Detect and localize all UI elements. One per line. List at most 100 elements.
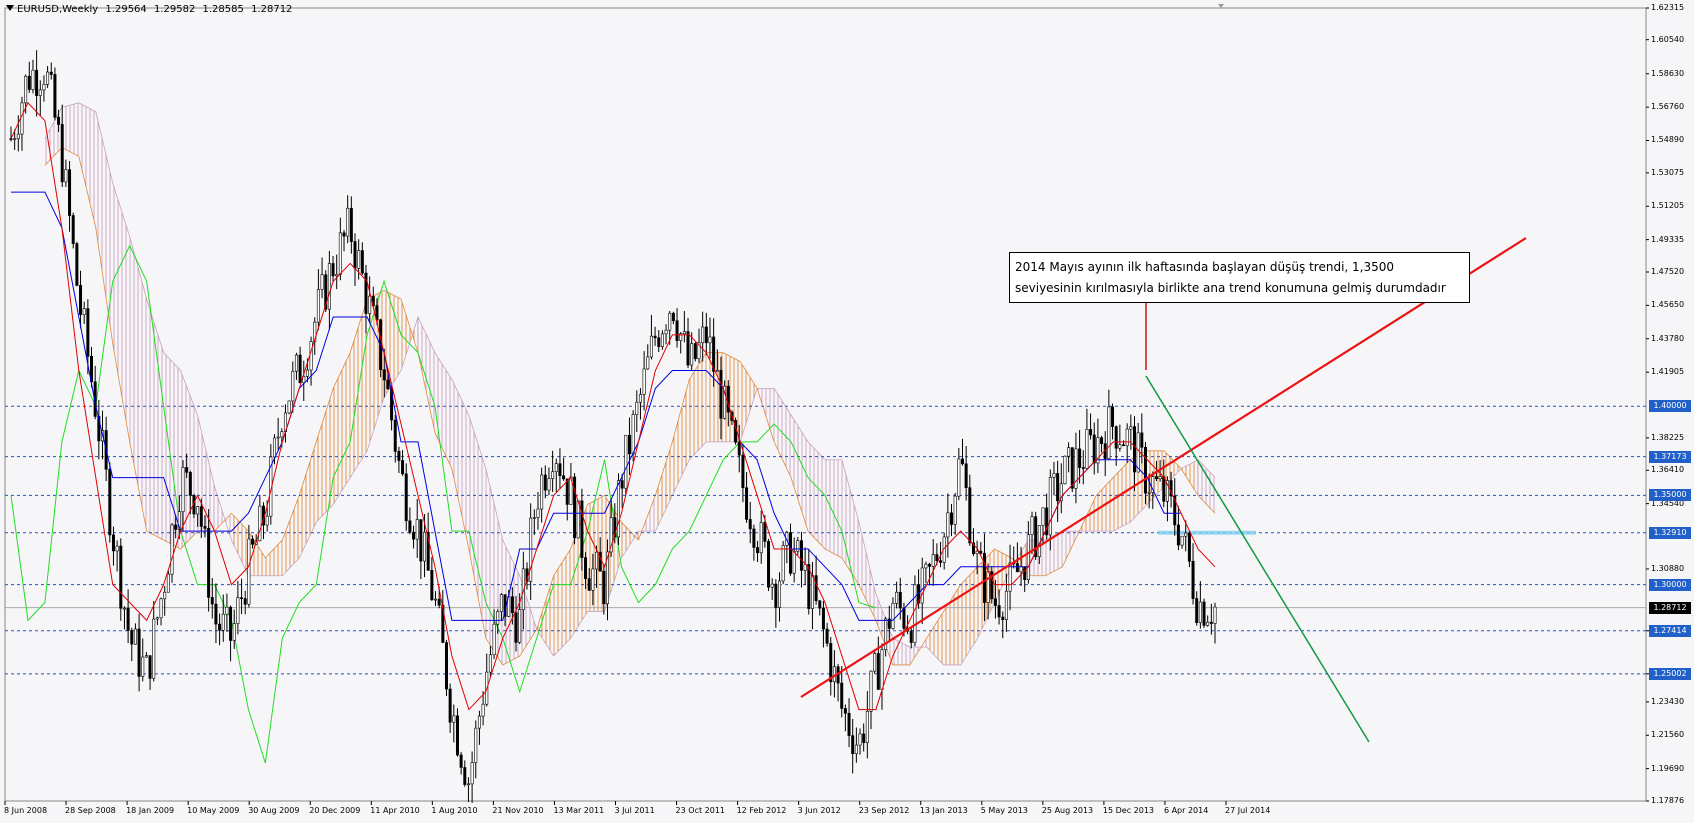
candle-body xyxy=(595,551,599,570)
candle-body xyxy=(53,74,57,118)
chart-window[interactable]: EURUSD,Weekly 1.29564 1.29582 1.28585 1.… xyxy=(0,0,1694,823)
candle-body xyxy=(68,169,72,216)
time-tick-label: 6 Apr 2014 xyxy=(1163,806,1209,815)
candle-body xyxy=(701,326,705,344)
level-badge: 1.32910 xyxy=(1649,526,1691,539)
candle-body xyxy=(957,458,961,497)
annotation-textbox[interactable]: 2014 Mayıs ayının ilk haftasında başlaya… xyxy=(1009,252,1470,303)
level-badge: 1.30000 xyxy=(1649,578,1691,591)
symbol-label: EURUSD,Weekly xyxy=(17,4,99,15)
candle-body xyxy=(236,597,240,624)
price-tick-label: 1.38225 xyxy=(1651,432,1685,442)
time-tick-label: 3 Jun 2012 xyxy=(797,806,841,815)
candle-body xyxy=(335,274,339,277)
candle-body xyxy=(79,285,83,315)
candle-body xyxy=(554,463,558,473)
time-tick-label: 25 Aug 2013 xyxy=(1041,806,1094,815)
candle-body xyxy=(540,474,544,510)
candle-body xyxy=(778,580,782,608)
candle-body xyxy=(1001,616,1005,620)
candle-body xyxy=(16,133,20,140)
annotation-line-2: seviyesinin kırılmasıyla birlikte ana tr… xyxy=(1015,281,1446,295)
candle-body xyxy=(536,508,540,518)
candle-body xyxy=(532,517,536,519)
candle-body xyxy=(997,605,1001,618)
candle-body xyxy=(1143,446,1147,494)
candle-body xyxy=(155,617,159,620)
candle-body xyxy=(953,495,957,525)
price-tick-label: 1.47520 xyxy=(1651,267,1685,276)
candle-body xyxy=(188,472,192,496)
low-value: 1.28585 xyxy=(202,4,244,15)
candle-body xyxy=(748,519,752,530)
candle-body xyxy=(119,545,123,609)
candle-body xyxy=(880,649,884,690)
candle-body xyxy=(481,703,485,717)
candle-body xyxy=(671,312,675,322)
chart-header: EURUSD,Weekly 1.29564 1.29582 1.28585 1.… xyxy=(6,4,296,15)
candle-body xyxy=(225,606,229,615)
candle-body xyxy=(1184,532,1188,537)
candle-body xyxy=(946,512,950,538)
candle-body xyxy=(1041,507,1045,526)
annotation-line-1: 2014 Mayıs ayının ilk haftasında başlaya… xyxy=(1015,260,1395,274)
candle-body xyxy=(148,655,152,679)
candle-body xyxy=(159,598,163,619)
candle-body xyxy=(108,468,112,536)
candle-body xyxy=(368,295,372,314)
time-tick-label: 28 Sep 2008 xyxy=(65,806,116,815)
candle-body xyxy=(960,458,964,465)
candle-body xyxy=(993,598,997,606)
candle-body xyxy=(327,263,331,310)
candle-body xyxy=(298,354,302,384)
price-tick-label: 1.56760 xyxy=(1651,102,1685,112)
candle-body xyxy=(1015,563,1019,573)
candle-body xyxy=(1187,532,1191,562)
candle-body xyxy=(690,343,694,366)
time-tick-label: 23 Oct 2011 xyxy=(675,806,726,815)
candle-body xyxy=(928,563,932,567)
candle-body xyxy=(210,597,214,605)
chart-menu-triangle-icon[interactable] xyxy=(6,5,14,11)
candle-body xyxy=(935,554,939,561)
candle-body xyxy=(602,570,606,605)
level-badge: 1.27414 xyxy=(1649,624,1691,637)
candle-body xyxy=(796,540,800,552)
candle-body xyxy=(166,573,170,593)
time-tick-label: 13 Mar 2011 xyxy=(553,806,605,815)
candle-body xyxy=(799,540,803,571)
candle-body xyxy=(660,333,664,347)
candle-body xyxy=(902,607,906,629)
candle-body xyxy=(382,369,386,381)
candle-body xyxy=(349,207,353,242)
candle-body xyxy=(338,232,342,275)
candle-body xyxy=(294,354,298,372)
candle-body xyxy=(152,618,156,679)
candle-body xyxy=(847,712,851,736)
candle-body xyxy=(1162,476,1166,502)
candle-body xyxy=(346,207,350,237)
candle-body xyxy=(218,623,222,631)
candle-body xyxy=(869,670,873,712)
candle-body xyxy=(386,379,390,390)
candle-body xyxy=(543,474,547,491)
chart-plot[interactable] xyxy=(0,0,1694,823)
candle-body xyxy=(514,612,518,643)
candle-body xyxy=(1213,606,1217,624)
candle-body xyxy=(638,394,642,403)
close-value: 1.28712 xyxy=(251,4,293,15)
price-tick-label: 1.30880 xyxy=(1651,563,1685,573)
candle-body xyxy=(1063,455,1067,485)
candle-body xyxy=(115,545,119,552)
candle-body xyxy=(1023,566,1027,580)
time-tick-label: 8 Jun 2008 xyxy=(4,806,48,815)
candle-body xyxy=(232,623,236,641)
candle-body xyxy=(763,522,767,542)
candle-body xyxy=(412,531,416,540)
time-tick-label: 18 Jan 2009 xyxy=(126,806,175,815)
candle-body xyxy=(214,603,218,625)
candle-body xyxy=(1048,477,1052,536)
candle-body xyxy=(1111,406,1115,427)
candle-body xyxy=(397,451,401,461)
candle-body xyxy=(415,519,419,540)
